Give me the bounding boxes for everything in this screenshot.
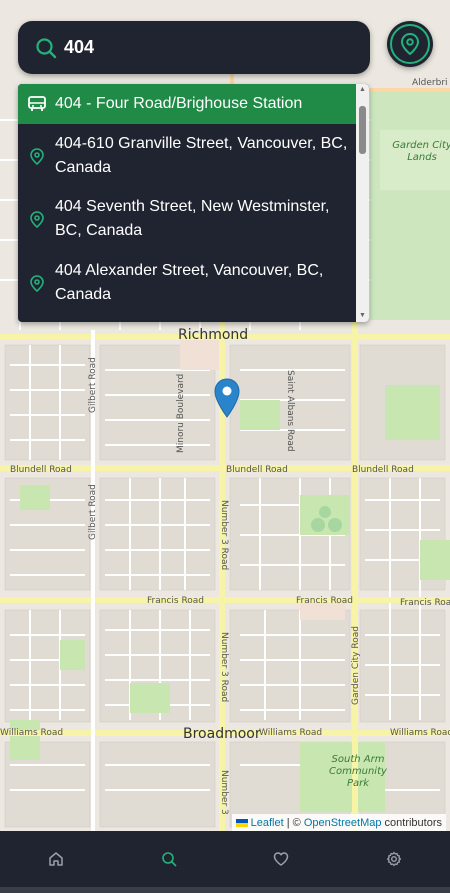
suggestions-scrollbar[interactable]: ▲ ▼: [356, 84, 369, 322]
search-icon: [161, 851, 177, 867]
suggestion-item[interactable]: 404 Alexander Street, Vancouver, BC, Can…: [18, 259, 356, 307]
street-label: Saint Albans Road: [285, 370, 295, 452]
bus-icon: [27, 94, 47, 114]
street-label: Blundell Road: [226, 465, 288, 475]
attribution-suffix: contributors: [381, 816, 442, 829]
nav-home[interactable]: [0, 831, 113, 887]
heart-icon: [273, 851, 289, 867]
nav-search[interactable]: [113, 831, 226, 887]
suggestion-label: 404 Seventh Street, New Westminster, BC,…: [55, 198, 330, 239]
street-label: Alderbri: [412, 78, 448, 88]
suggestion-label: 404 - Four Road/Brighouse Station: [55, 95, 303, 112]
street-label: Garden City Road: [351, 626, 361, 705]
suggestion-item[interactable]: 404 - Four Road/Brighouse Station: [18, 84, 356, 124]
leaflet-link[interactable]: Leaflet: [251, 816, 284, 831]
street-label: Blundell Road: [352, 465, 414, 475]
home-icon: [48, 851, 64, 867]
location-pin-icon: [27, 146, 47, 166]
search-suggestions-list: 404 - Four Road/Brighouse Station 404-61…: [18, 84, 369, 322]
street-label: Number 3 Road: [219, 632, 229, 703]
attribution-separator: | ©: [283, 816, 304, 829]
ukraine-flag-icon: [235, 819, 248, 827]
search-input[interactable]: [64, 37, 324, 58]
park-label-garden-city-lands: Garden City Lands: [392, 140, 450, 163]
suggestion-item[interactable]: 404-610 Granville Street, Vancouver, BC,…: [18, 132, 356, 180]
city-label-richmond: Richmond: [178, 327, 249, 343]
scroll-down-arrow-icon[interactable]: ▼: [358, 312, 367, 320]
scroll-up-arrow-icon[interactable]: ▲: [358, 86, 367, 94]
street-label: Williams Road: [390, 728, 450, 738]
suggestion-item[interactable]: 404 Seventh Street, New Westminster, BC,…: [18, 195, 356, 243]
bottom-navigation: [0, 831, 450, 887]
map-attribution: Leaflet | © OpenStreetMap contributors: [231, 814, 446, 831]
street-label: Number 3 Road: [219, 500, 229, 571]
street-label: Number 3: [219, 770, 229, 815]
location-pin-icon: [400, 33, 420, 55]
street-label: Minoru Boulevard: [176, 373, 186, 453]
location-pin-icon: [27, 273, 47, 293]
search-bar: [18, 21, 370, 74]
openstreetmap-link[interactable]: OpenStreetMap: [304, 816, 382, 831]
street-label: Francis Road: [147, 596, 205, 606]
street-label: Blundell Road: [10, 465, 72, 475]
location-pin-icon: [27, 209, 47, 229]
nav-settings[interactable]: [338, 831, 450, 887]
suggestion-label: 404-610 Granville Street, Vancouver, BC,…: [55, 135, 348, 176]
street-label: Gilbert Road: [88, 484, 98, 540]
scrollbar-thumb[interactable]: [359, 106, 366, 154]
street-label: Gilbert Road: [88, 357, 98, 413]
gear-icon: [386, 851, 402, 867]
search-icon: [35, 37, 57, 59]
neighborhood-label-broadmoor: Broadmoor: [183, 726, 261, 742]
bottom-edge-strip: [0, 887, 450, 893]
nav-favorites[interactable]: [225, 831, 338, 887]
park-label-south-arm: South Arm Community Park: [329, 754, 387, 789]
suggestion-label: 404 Alexander Street, Vancouver, BC, Can…: [55, 262, 324, 303]
street-label: Francis Road: [296, 596, 354, 606]
locate-me-button[interactable]: [387, 21, 433, 67]
street-label: Williams Road: [0, 728, 64, 738]
street-label: Williams Road: [259, 728, 323, 738]
street-label: Francis Road: [400, 598, 450, 608]
